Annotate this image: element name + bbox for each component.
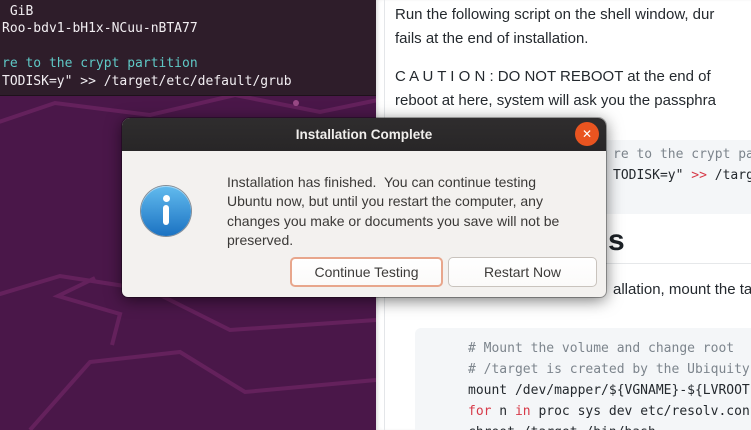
terminal-line: GiB: [2, 3, 33, 20]
restart-now-button[interactable]: Restart Now: [448, 257, 597, 287]
code-block-chroot: # Mount the volume and change root # /ta…: [415, 328, 751, 430]
installation-complete-dialog: Installation Complete ✕ Installation has…: [122, 118, 606, 297]
continue-testing-button[interactable]: Continue Testing: [290, 257, 443, 287]
code-comment: # Mount the volume and change root: [468, 341, 734, 356]
code-comment: # /target is created by the Ubiquity ins: [468, 362, 751, 377]
dialog-message-line: changes you make or documents you save w…: [227, 212, 559, 231]
terminal-line: TODISK=y" >> /target/etc/default/grub: [2, 73, 292, 90]
code-line: TODISK=y" >> /targ: [613, 168, 751, 183]
dialog-message-line: Ubuntu now, but until you restart the co…: [227, 192, 559, 211]
doc-caution-paragraph: reboot at here, system will ask you the …: [395, 92, 716, 109]
dialog-title: Installation Complete: [122, 118, 606, 151]
doc-paragraph: fails at the end of installation.: [395, 30, 588, 47]
section-heading-fragment: s: [608, 224, 625, 258]
dialog-message: Installation has finished. You can conti…: [227, 173, 559, 251]
info-icon: [141, 186, 191, 236]
code-comment: re to the crypt pa: [613, 147, 751, 162]
code-line: chroot /target /bin/bash: [468, 425, 656, 430]
dialog-message-line: Installation has finished. You can conti…: [227, 173, 559, 192]
code-line: for n in proc sys dev etc/resolv.conf; d…: [468, 404, 751, 419]
terminal-window[interactable]: GiB Roo-bdv1-bH1x-NCuu-nBTA77 re to the …: [0, 0, 376, 96]
dialog-titlebar[interactable]: Installation Complete ✕: [122, 118, 606, 151]
dialog-message-line: preserved.: [227, 231, 559, 250]
code-line: mount /dev/mapper/${VGNAME}-${LVROOT} /t: [468, 383, 751, 398]
doc-caution-paragraph: C A U T I O N : DO NOT REBOOT at the end…: [395, 68, 711, 85]
close-icon[interactable]: ✕: [575, 122, 599, 146]
terminal-line: re to the crypt partition: [2, 55, 198, 72]
desktop: GiB Roo-bdv1-bH1x-NCuu-nBTA77 re to the …: [0, 0, 751, 430]
doc-paragraph: allation, mount the ta: [613, 281, 751, 298]
doc-paragraph: Run the following script on the shell wi…: [395, 6, 714, 23]
terminal-line: Roo-bdv1-bH1x-NCuu-nBTA77: [2, 20, 198, 37]
